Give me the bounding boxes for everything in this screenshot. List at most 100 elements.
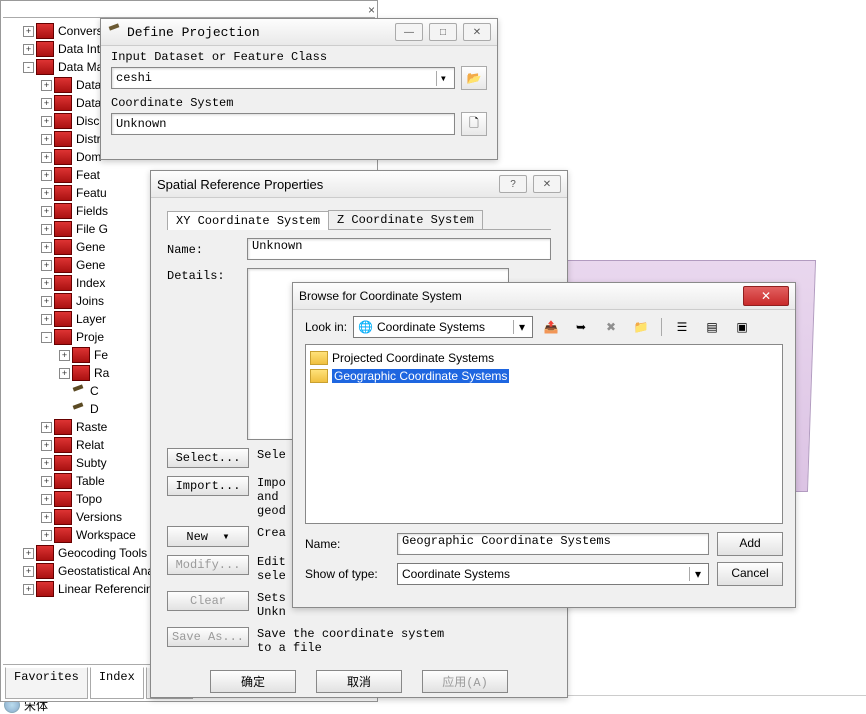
expand-toggle[interactable]: + xyxy=(41,458,52,469)
panel-close-icon[interactable]: × xyxy=(368,3,375,17)
expand-toggle[interactable]: + xyxy=(23,548,34,559)
open-folder-button[interactable]: 📂 xyxy=(461,66,487,90)
minimize-button[interactable]: — xyxy=(395,23,423,41)
tree-item-label: File G xyxy=(76,222,108,236)
dropdown-icon[interactable]: ▾ xyxy=(436,71,450,86)
toolbox-icon xyxy=(54,491,72,507)
connect-button[interactable]: ➥ xyxy=(569,316,593,338)
help-button[interactable]: ? xyxy=(499,175,527,193)
expand-toggle[interactable]: + xyxy=(41,476,52,487)
name-field[interactable]: Unknown xyxy=(252,239,302,253)
clear-button: Clear xyxy=(167,591,249,611)
expand-toggle[interactable]: + xyxy=(41,206,52,217)
save-as-button: Save As... xyxy=(167,627,249,647)
name-field[interactable]: Geographic Coordinate Systems xyxy=(402,534,611,548)
file-list-item-label: Geographic Coordinate Systems xyxy=(332,369,509,383)
add-button[interactable]: Add xyxy=(717,532,783,556)
tree-item-label: Subty xyxy=(76,456,107,470)
expand-toggle[interactable]: + xyxy=(41,188,52,199)
tree-item-label: Disc xyxy=(76,114,99,128)
expand-toggle[interactable]: + xyxy=(41,152,52,163)
toolbox-icon xyxy=(54,509,72,525)
tree-item-label: Featu xyxy=(76,186,107,200)
toolbox-icon xyxy=(54,239,72,255)
close-button[interactable]: ✕ xyxy=(463,23,491,41)
cancel-button[interactable]: 取消 xyxy=(316,670,402,693)
expand-toggle[interactable]: + xyxy=(41,260,52,271)
toolbox-icon xyxy=(54,257,72,273)
toolbox-icon xyxy=(54,77,72,93)
show-of-type-value: Coordinate Systems xyxy=(402,567,689,581)
expand-toggle[interactable]: + xyxy=(41,98,52,109)
expand-toggle[interactable]: + xyxy=(23,566,34,577)
close-button[interactable]: ✕ xyxy=(533,175,561,193)
tab-index[interactable]: Index xyxy=(90,667,144,699)
expand-toggle[interactable]: + xyxy=(41,170,52,181)
toolbox-icon xyxy=(36,545,54,561)
expand-toggle[interactable]: + xyxy=(41,224,52,235)
properties-button[interactable]: 🗋 xyxy=(461,112,487,136)
expand-toggle[interactable]: + xyxy=(59,368,70,379)
thumbnails-view-button[interactable]: ▣ xyxy=(730,316,754,338)
toolbox-icon xyxy=(36,563,54,579)
dropdown-icon[interactable]: ▾ xyxy=(513,320,530,334)
select-button[interactable]: Select... xyxy=(167,448,249,468)
cancel-button[interactable]: Cancel xyxy=(717,562,783,586)
tab-xy-coordinate-system[interactable]: XY Coordinate System xyxy=(167,211,329,230)
input-dataset-field[interactable]: ceshi xyxy=(116,71,152,85)
expand-toggle[interactable]: + xyxy=(41,134,52,145)
expand-toggle[interactable]: + xyxy=(41,494,52,505)
disconnect-button[interactable]: ✖ xyxy=(599,316,623,338)
expand-toggle[interactable]: - xyxy=(41,332,52,343)
expand-toggle[interactable]: + xyxy=(59,350,70,361)
show-of-type-combo[interactable]: Coordinate Systems ▾ xyxy=(397,563,709,585)
tab-z-coordinate-system[interactable]: Z Coordinate System xyxy=(328,210,483,229)
browse-titlebar[interactable]: Browse for Coordinate System ✕ xyxy=(293,283,795,310)
tree-item-label: Fields xyxy=(76,204,108,218)
maximize-button[interactable]: □ xyxy=(429,23,457,41)
expand-toggle[interactable]: + xyxy=(41,278,52,289)
tree-item-label: Joins xyxy=(76,294,104,308)
coordinate-system-field[interactable]: Unknown xyxy=(116,117,166,131)
expand-toggle[interactable]: + xyxy=(41,296,52,307)
up-one-level-button[interactable]: 📤 xyxy=(539,316,563,338)
expand-toggle[interactable]: + xyxy=(23,26,34,37)
new-desc: Crea xyxy=(257,526,286,540)
new-button[interactable]: New ▾ xyxy=(167,526,249,547)
srp-titlebar[interactable]: Spatial Reference Properties ? ✕ xyxy=(151,171,567,198)
toolbox-icon xyxy=(54,329,72,345)
expand-toggle[interactable]: + xyxy=(41,242,52,253)
toolbox-icon xyxy=(54,473,72,489)
list-view-button[interactable]: ☰ xyxy=(670,316,694,338)
expand-toggle[interactable]: - xyxy=(23,62,34,73)
hammer-icon xyxy=(70,402,86,416)
toolbox-icon xyxy=(54,293,72,309)
new-folder-button[interactable]: 📁 xyxy=(629,316,653,338)
expand-toggle[interactable]: + xyxy=(41,116,52,127)
dropdown-icon[interactable]: ▾ xyxy=(689,567,706,581)
expand-toggle[interactable]: + xyxy=(23,584,34,595)
file-list-item[interactable]: Projected Coordinate Systems xyxy=(310,349,778,367)
look-in-combo[interactable]: 🌐 Coordinate Systems ▾ xyxy=(353,316,533,338)
tree-item-label: Gene xyxy=(76,258,105,272)
tree-item-label: C xyxy=(90,384,99,398)
expand-toggle[interactable]: + xyxy=(41,440,52,451)
select-desc: Sele xyxy=(257,448,286,462)
expand-toggle[interactable]: + xyxy=(41,422,52,433)
expand-toggle[interactable]: + xyxy=(41,314,52,325)
file-list-item[interactable]: Geographic Coordinate Systems xyxy=(310,367,778,385)
ok-button[interactable]: 确定 xyxy=(210,670,296,693)
tree-item-label: Layer xyxy=(76,312,106,326)
file-list[interactable]: Projected Coordinate Systems Geographic C… xyxy=(305,344,783,524)
tab-favorites[interactable]: Favorites xyxy=(5,667,88,699)
expand-toggle[interactable]: + xyxy=(41,80,52,91)
expand-toggle[interactable]: + xyxy=(41,512,52,523)
details-view-button[interactable]: ▤ xyxy=(700,316,724,338)
expand-toggle[interactable]: + xyxy=(41,530,52,541)
define-projection-titlebar[interactable]: Define Projection — □ ✕ xyxy=(101,19,497,46)
expand-toggle[interactable]: + xyxy=(23,44,34,55)
import-button[interactable]: Import... xyxy=(167,476,249,496)
toolbox-icon xyxy=(54,419,72,435)
toolbox-icon xyxy=(72,347,90,363)
close-button[interactable]: ✕ xyxy=(743,286,789,306)
